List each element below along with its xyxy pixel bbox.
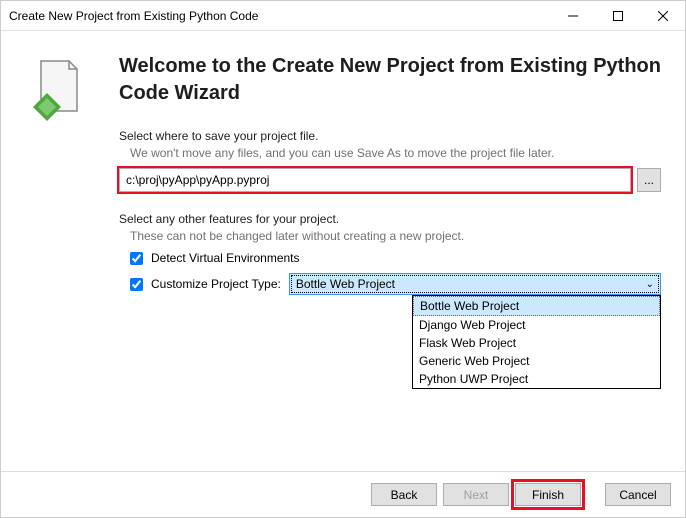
features-label: Select any other features for your proje…	[119, 212, 661, 226]
minimize-button[interactable]	[550, 1, 595, 30]
window-title: Create New Project from Existing Python …	[9, 9, 550, 23]
wizard-sidebar	[1, 31, 111, 471]
save-location-hint: We won't move any files, and you can use…	[119, 146, 661, 160]
python-project-icon	[29, 59, 77, 115]
titlebar: Create New Project from Existing Python …	[1, 1, 685, 31]
window-controls	[550, 1, 685, 30]
dropdown-option[interactable]: Bottle Web Project	[413, 296, 660, 316]
next-button: Next	[443, 483, 509, 506]
detect-virtualenv-row[interactable]: Detect Virtual Environments	[119, 251, 661, 265]
back-button[interactable]: Back	[371, 483, 437, 506]
finish-button[interactable]: Finish	[515, 483, 581, 506]
chevron-down-icon: ⌄	[646, 279, 654, 290]
save-location-label: Select where to save your project file.	[119, 129, 661, 143]
wizard-heading: Welcome to the Create New Project from E…	[119, 53, 661, 107]
cancel-button[interactable]: Cancel	[605, 483, 671, 506]
detect-virtualenv-checkbox[interactable]	[130, 252, 143, 265]
project-type-selected: Bottle Web Project	[296, 277, 395, 291]
dropdown-option[interactable]: Generic Web Project	[413, 352, 660, 370]
close-button[interactable]	[640, 1, 685, 30]
wizard-footer: Back Next Finish Cancel	[1, 471, 685, 517]
project-type-dropdown: Bottle Web Project Django Web Project Fl…	[412, 295, 661, 389]
customize-type-checkbox[interactable]	[130, 278, 143, 291]
dropdown-option[interactable]: Flask Web Project	[413, 334, 660, 352]
dropdown-option[interactable]: Django Web Project	[413, 316, 660, 334]
browse-button[interactable]: ...	[637, 168, 661, 192]
dropdown-option[interactable]: Python UWP Project	[413, 370, 660, 388]
maximize-button[interactable]	[595, 1, 640, 30]
features-hint: These can not be changed later without c…	[119, 229, 661, 243]
project-type-select[interactable]: Bottle Web Project ⌄	[289, 273, 661, 295]
wizard-main: Welcome to the Create New Project from E…	[111, 31, 685, 471]
customize-type-label: Customize Project Type:	[151, 277, 281, 291]
detect-virtualenv-label: Detect Virtual Environments	[151, 251, 300, 265]
project-path-input[interactable]	[119, 168, 631, 192]
